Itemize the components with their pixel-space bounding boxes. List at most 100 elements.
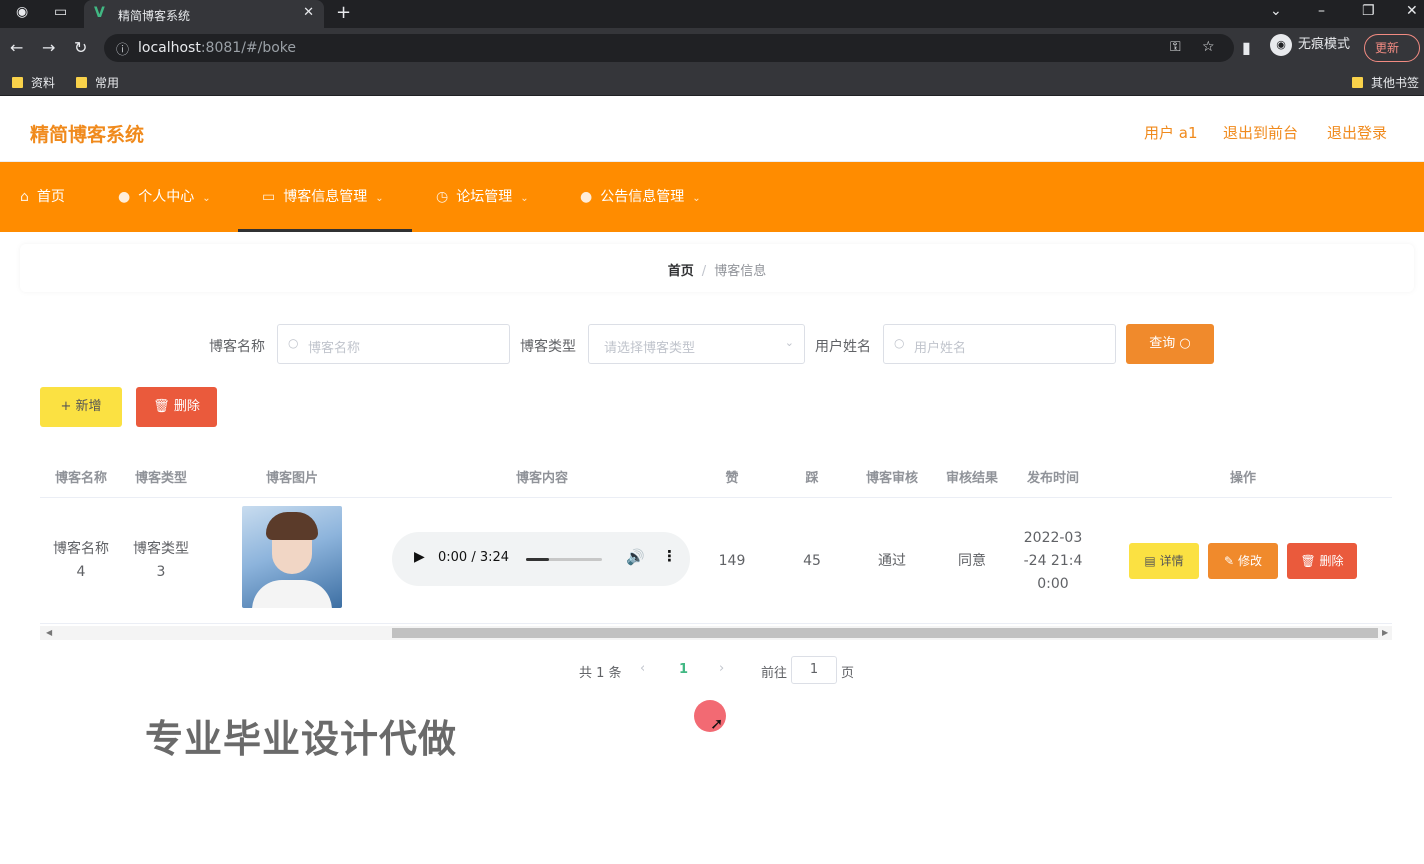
chevron-down-icon: ⌄ [375, 193, 384, 204]
blog-image[interactable] [242, 506, 342, 608]
edit-button[interactable]: ✎ 修改 [1208, 543, 1278, 579]
window-close-icon[interactable]: ✕ [1406, 3, 1418, 19]
breadcrumb-current: 博客信息 [714, 264, 767, 279]
play-icon[interactable]: ▶ [414, 549, 425, 565]
chevron-down-icon: ⌄ [692, 193, 701, 204]
main-nav: ⌂ 首页 ● 个人中心 ⌄ ▭ 博客信息管理 ⌄ ◷ 论坛管理 ⌄ ● 公告信息管理 ⌄ [0, 162, 1424, 232]
scroll-right-icon[interactable]: ▶ [1382, 626, 1388, 640]
th-result: 审核结果 [945, 471, 998, 486]
tab-list-chevron-icon[interactable]: ⌄ [1270, 3, 1282, 19]
logout-link[interactable]: 退出登录 [1327, 122, 1387, 143]
back-icon[interactable]: ← [10, 38, 23, 57]
user-name-placeholder: 用户姓名 [914, 341, 967, 356]
user-name-input[interactable]: ○ 用户姓名 [883, 324, 1116, 364]
cell-blog-name: 博客名称 4 [53, 541, 109, 580]
main-content: 博客名称 ○ 博客名称 博客类型 请选择博客类型 ⌄ 用户姓名 ○ 用户姓名 查… [20, 304, 1414, 704]
folder-icon [1352, 77, 1363, 88]
breadcrumb-separator: / [701, 264, 707, 279]
detail-button[interactable]: ▤ 详情 [1129, 543, 1199, 579]
volume-icon[interactable]: 🔊 [626, 548, 645, 566]
cell-publish-time: 2022-03 -24 21:4 0:00 [1023, 530, 1083, 592]
password-key-icon[interactable]: ⚿ [1170, 39, 1181, 55]
query-button[interactable]: 查询 ○ [1126, 324, 1214, 364]
other-bookmarks[interactable]: 其他书签 [1352, 74, 1419, 91]
watermark-text: 专业毕业设计代做 [145, 717, 458, 761]
tab-search-icon[interactable]: ▭ [54, 4, 67, 20]
vue-favicon-icon: V [94, 5, 105, 21]
reload-icon[interactable]: ↻ [74, 38, 87, 57]
chevron-down-icon: ⌄ [520, 193, 529, 204]
site-info-icon[interactable]: ⓘ [116, 39, 129, 58]
user-label[interactable]: 用户 a1 [1144, 122, 1198, 143]
blog-name-input[interactable]: ○ 博客名称 [277, 324, 510, 364]
audio-progress-fill [526, 558, 549, 561]
document-icon: ▭ [262, 189, 276, 205]
table-row: 博客名称 4 博客类型 3 ▶ 0:00 / 3:24 🔊 ⋮ 149 45 通过 … [40, 498, 1392, 624]
back-to-front-link[interactable]: 退出到前台 [1223, 122, 1298, 143]
document-icon: ▤ [1144, 554, 1156, 568]
bookmark-folder-changyong[interactable]: 常用 [76, 74, 119, 91]
goto-page-input[interactable]: 1 [791, 656, 837, 684]
cell-result: 同意 [958, 553, 986, 569]
breadcrumb-home[interactable]: 首页 [668, 264, 694, 279]
th-blog-type: 博客类型 [134, 471, 187, 486]
url-text[interactable]: localhost:8081/#/boke [138, 40, 296, 56]
home-icon: ⌂ [20, 189, 29, 205]
trash-icon: 🗑 [153, 399, 170, 414]
scroll-left-icon[interactable]: ◀ [46, 626, 52, 640]
delete-button[interactable]: 🗑 删除 [1287, 543, 1357, 579]
th-review: 博客审核 [865, 471, 918, 486]
browser-toolbar: ← → ↻ ⓘ localhost:8081/#/boke ⚿ ☆ ▮ ◉ 无痕模… [0, 28, 1424, 68]
next-page-icon[interactable]: › [719, 661, 724, 676]
nav-item-blog-management[interactable]: ▭ 博客信息管理 ⌄ [238, 162, 412, 232]
folder-icon [12, 77, 23, 88]
nav-item-personal-center[interactable]: ● 个人中心 ⌄ [118, 162, 211, 232]
incognito-indicator[interactable]: ◉ 无痕模式 [1270, 33, 1350, 56]
restore-icon[interactable]: ❐ [1362, 3, 1375, 19]
browser-tab[interactable]: V 精简博客系统 ✕ [84, 0, 324, 28]
horizontal-scrollbar[interactable]: ◀ ▶ [40, 626, 1392, 640]
browser-tab-strip: ◉ ▭ V 精简博客系统 ✕ + ⌄ – ❐ ✕ [0, 0, 1424, 28]
breadcrumb-bar: 首页 / 博客信息 [20, 244, 1414, 292]
page-number-current[interactable]: 1 [679, 662, 688, 677]
new-tab-icon[interactable]: + [336, 2, 351, 23]
browser-menu-icon[interactable]: ◉ [16, 4, 28, 20]
plus-icon: + [60, 399, 72, 414]
mouse-cursor-icon: ➚ [710, 714, 724, 733]
address-bar[interactable]: ⓘ localhost:8081/#/boke ⚿ ☆ [104, 34, 1234, 62]
blog-type-select[interactable]: 请选择博客类型 ⌄ [588, 324, 805, 364]
side-panel-icon[interactable]: ▮ [1242, 38, 1251, 57]
th-publish-time: 发布时间 [1026, 471, 1079, 486]
cell-blog-type: 博客类型 3 [133, 541, 189, 580]
audio-progress-bar[interactable] [526, 558, 602, 561]
folder-icon [76, 77, 87, 88]
nav-item-home[interactable]: ⌂ 首页 [20, 162, 65, 232]
app-header: 精简博客系统 用户 a1 退出到前台 退出登录 [0, 100, 1424, 162]
forward-icon[interactable]: → [42, 38, 55, 57]
scrollbar-thumb[interactable] [392, 628, 1378, 638]
bookmarks-bar: 资料 常用 其他书签 [0, 68, 1424, 96]
nav-item-forum-management[interactable]: ◷ 论坛管理 ⌄ [436, 162, 529, 232]
tab-close-icon[interactable]: ✕ [303, 5, 314, 20]
trash-icon: 🗑 [1300, 554, 1316, 568]
chevron-down-icon: ⌄ [202, 193, 211, 204]
th-likes: 赞 [725, 471, 739, 486]
edit-icon: ✎ [1224, 554, 1235, 568]
add-button[interactable]: + 新增 [40, 387, 122, 427]
search-icon: ○ [288, 336, 299, 350]
incognito-icon: ◉ [1270, 33, 1292, 56]
bookmark-folder-ziliao[interactable]: 资料 [12, 74, 55, 91]
cell-dislikes: 45 [803, 553, 821, 569]
nav-item-notice-management[interactable]: ● 公告信息管理 ⌄ [580, 162, 701, 232]
th-actions: 操作 [1229, 471, 1256, 486]
cell-review: 通过 [878, 553, 906, 569]
more-options-icon[interactable]: ⋮ [662, 547, 677, 565]
prev-page-icon[interactable]: ‹ [640, 661, 645, 676]
tab-title: 精简博客系统 [118, 9, 191, 23]
batch-delete-button[interactable]: 🗑 删除 [136, 387, 217, 427]
minimize-icon[interactable]: – [1318, 3, 1325, 19]
bookmark-star-icon[interactable]: ☆ [1202, 39, 1215, 55]
audio-player[interactable]: ▶ 0:00 / 3:24 🔊 ⋮ [392, 532, 690, 586]
update-button[interactable]: 更新 [1364, 34, 1420, 62]
notice-icon: ● [580, 189, 593, 205]
